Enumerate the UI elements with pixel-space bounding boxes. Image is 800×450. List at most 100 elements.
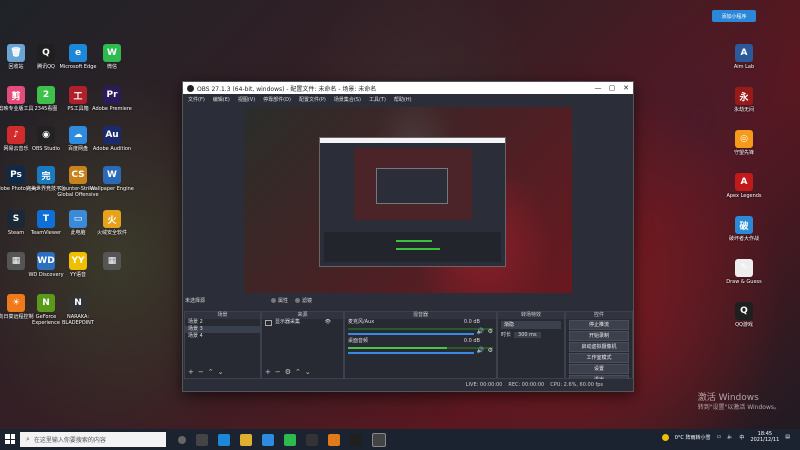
control-button-2[interactable]: 启动虚拟摄像机 <box>569 342 629 352</box>
menu-item-0[interactable]: 文件(F) <box>188 96 205 103</box>
app-icon: YY <box>69 252 87 270</box>
app-icon: Pr <box>103 86 121 104</box>
properties-button[interactable]: 属性 <box>271 297 288 304</box>
desktop-icon-right-5[interactable]: ✎ Draw & Guess <box>722 259 766 285</box>
add-icon[interactable]: + <box>265 368 271 376</box>
desktop-volume-slider[interactable] <box>348 352 474 354</box>
up-icon[interactable]: ⌃ <box>208 368 214 376</box>
up-icon[interactable]: ⌃ <box>295 368 301 376</box>
desktop-icon-right-1[interactable]: 永永劫无间 <box>722 87 766 113</box>
control-button-1[interactable]: 开始录制 <box>569 331 629 341</box>
mixer-title: 混音器 <box>345 312 496 319</box>
source-item[interactable]: 显示器采集 👁 <box>262 319 343 326</box>
weather-icon <box>661 433 669 441</box>
down-icon[interactable]: ⌄ <box>305 368 311 376</box>
baidu-disk-icon[interactable] <box>262 433 274 446</box>
ime-icon[interactable]: 中 <box>739 434 744 441</box>
notification-icon[interactable]: ▤ <box>785 434 790 440</box>
control-button-0[interactable]: 停止推流 <box>569 320 629 330</box>
gear-icon[interactable]: ⚙ <box>488 328 493 335</box>
desktop-icon-left-26[interactable]: N NARAKA: BLADEPOINT <box>56 294 100 326</box>
app-icon: ✎ <box>735 259 753 277</box>
desktop-icon-right-0[interactable]: A Aim Lab <box>722 44 766 70</box>
app-icon: Q <box>735 302 753 320</box>
desktop-icon-right-6[interactable]: Q QQ游戏 <box>722 302 766 328</box>
app-icon: WD <box>37 252 55 270</box>
obs-window[interactable]: OBS 27.1.3 (64-bit, windows) - 配置文件: 未命名… <box>182 81 634 392</box>
remove-icon[interactable]: − <box>275 368 281 376</box>
menu-item-4[interactable]: 配置文件(P) <box>299 96 326 103</box>
menu-item-2[interactable]: 视图(V) <box>238 96 255 103</box>
steam-icon[interactable] <box>306 433 318 446</box>
qq-icon[interactable] <box>350 433 362 446</box>
speaker-icon[interactable]: 🔊 <box>477 328 484 335</box>
filters-button[interactable]: 滤镜 <box>295 297 312 304</box>
sunlogin-icon[interactable] <box>328 433 340 446</box>
menu-item-1[interactable]: 编辑(E) <box>213 96 230 103</box>
close-icon[interactable]: ✕ <box>619 82 633 94</box>
app-icon: ◎ <box>735 130 753 148</box>
mic-channel-label: 麦克风/Aux <box>348 319 375 325</box>
network-icon[interactable]: ▭ <box>716 434 721 440</box>
scene-item[interactable]: 场景 4 <box>185 333 260 340</box>
app-icon: 工 <box>69 86 87 104</box>
task-view-icon[interactable] <box>196 433 208 446</box>
edge-icon[interactable] <box>218 433 230 446</box>
desktop-icon-right-3[interactable]: A Apex Legends <box>722 173 766 199</box>
sources-title: 来源 <box>262 312 343 319</box>
duration-input[interactable]: 300 ms <box>514 331 541 338</box>
desktop-icon-left-3[interactable]: W 微信 <box>90 44 134 70</box>
scene-item[interactable]: 场景 2 <box>185 319 260 326</box>
file-explorer-icon[interactable] <box>240 433 252 446</box>
speaker-icon[interactable]: 🔊 <box>477 347 484 354</box>
mini-program-badge[interactable]: 添加小程序 <box>712 10 756 22</box>
desktop-icon-left-19[interactable]: 火火绒安全软件 <box>90 210 134 236</box>
minimize-icon[interactable]: — <box>591 82 605 94</box>
app-icon: Au <box>103 126 121 144</box>
transition-select[interactable]: 渐隐 <box>501 321 561 329</box>
gear-icon[interactable]: ⚙ <box>285 368 291 376</box>
obs-logo-icon <box>187 84 194 92</box>
desktop-icon-label: QQ游戏 <box>735 322 753 328</box>
weather-text[interactable]: 0°C 阵雨转小雪 <box>675 434 711 441</box>
windows-start-icon[interactable] <box>5 434 15 444</box>
control-button-3[interactable]: 工作室模式 <box>569 353 629 363</box>
desktop-icon-left-23[interactable]: ▦ <box>90 252 134 272</box>
mic-volume-slider[interactable] <box>348 333 474 335</box>
scenes-title: 场景 <box>185 312 260 319</box>
clock[interactable]: 18:45 2021/12/11 <box>750 431 779 443</box>
menu-item-5[interactable]: 场景集合(S) <box>334 96 361 103</box>
app-icon: 完 <box>37 166 55 184</box>
desktop-icon-left-7[interactable]: Pr Adobe Premiere <box>90 86 134 112</box>
down-icon[interactable]: ⌄ <box>218 368 224 376</box>
desktop-icon-label: 2345看图 <box>34 106 58 112</box>
menu-item-7[interactable]: 帮助(H) <box>394 96 412 103</box>
desktop-icon-left-15[interactable]: W Wallpaper Engine <box>90 166 134 192</box>
cortana-icon[interactable] <box>178 435 186 444</box>
desktop-icon-right-2[interactable]: ◎ 守望先锋 <box>722 130 766 156</box>
desktop-icon-left-11[interactable]: Au Adobe Audition <box>90 126 134 152</box>
obs-task-icon[interactable] <box>372 432 386 447</box>
app-icon: ☁ <box>69 126 87 144</box>
app-icon: 破 <box>735 216 753 234</box>
obs-preview[interactable] <box>244 107 572 293</box>
control-button-4[interactable]: 设置 <box>569 364 629 374</box>
menu-item-3[interactable]: 停靠部件(D) <box>263 96 291 103</box>
remove-icon[interactable]: − <box>198 368 204 376</box>
wechat-icon[interactable] <box>284 433 296 446</box>
app-icon: CS <box>69 166 87 184</box>
eye-icon[interactable]: 👁 <box>325 319 331 326</box>
volume-icon[interactable]: 🔈 <box>727 434 733 440</box>
gear-icon[interactable]: ⚙ <box>488 347 493 354</box>
desktop-icon-right-4[interactable]: 破破坏者大作战 <box>722 216 766 242</box>
desktop-icon-label: 火绒安全软件 <box>96 230 127 236</box>
desktop-icon-label: PS工具箱 <box>67 106 89 112</box>
menu-item-6[interactable]: 工具(T) <box>369 96 386 103</box>
obs-titlebar[interactable]: OBS 27.1.3 (64-bit, windows) - 配置文件: 未命名… <box>183 82 633 94</box>
monitor-icon <box>265 319 272 326</box>
scene-item[interactable]: 场景 3 <box>185 326 260 333</box>
add-icon[interactable]: + <box>188 368 194 376</box>
obs-menubar: 文件(F) 编辑(E) 视图(V) 停靠部件(D) 配置文件(P) 场景集合(S) 工具(T… <box>183 94 633 104</box>
maximize-icon[interactable]: ▢ <box>605 82 619 94</box>
taskbar-search[interactable]: ⌕ 在这里输入你要搜索的内容 <box>20 432 166 447</box>
